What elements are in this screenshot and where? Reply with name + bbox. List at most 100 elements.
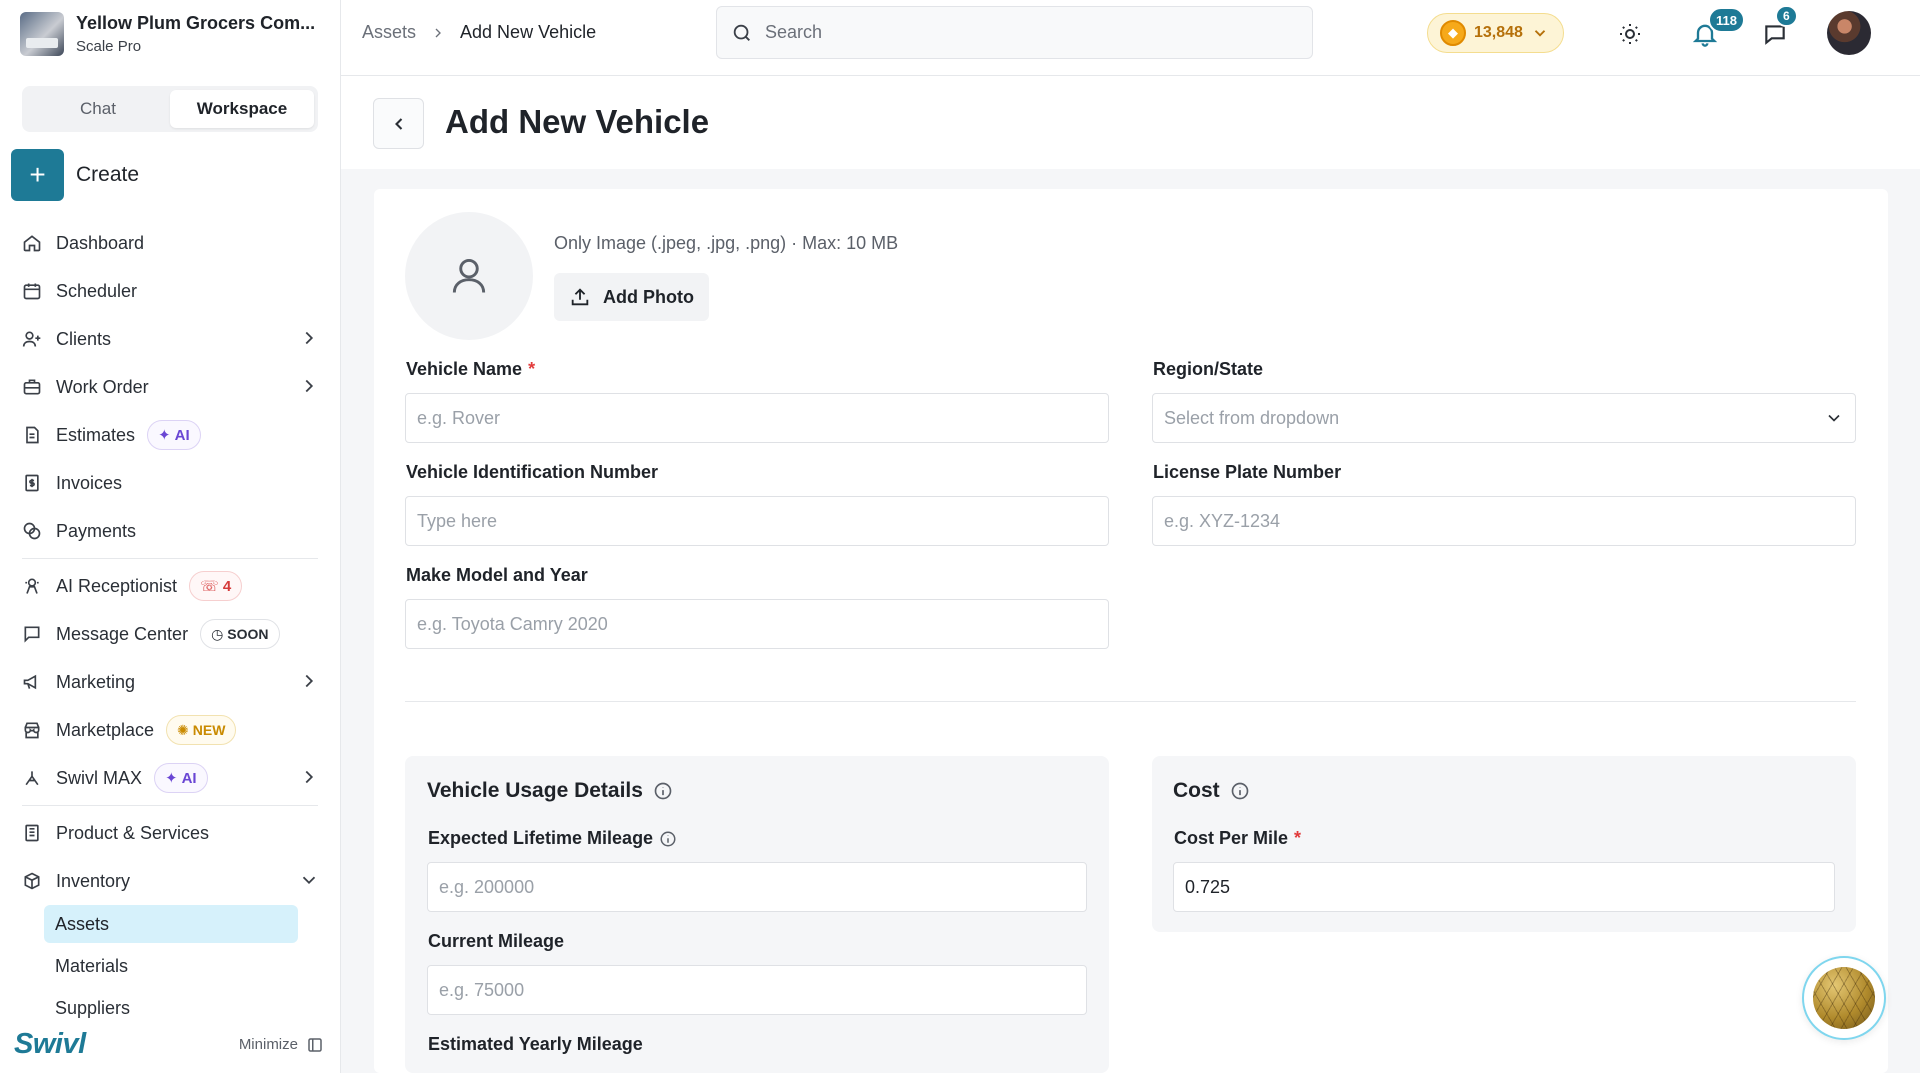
coins-icon xyxy=(20,519,44,543)
usage-panel xyxy=(405,756,1109,1073)
chevron-down-icon xyxy=(1824,408,1844,428)
info-icon[interactable] xyxy=(653,781,673,801)
chevron-right-icon xyxy=(298,766,320,788)
sidebar-item-payments[interactable]: Payments xyxy=(20,513,320,549)
sidebar-item-swivl-max[interactable]: Swivl MAX ✦ AI xyxy=(20,760,320,796)
assistant-fab[interactable] xyxy=(1802,956,1886,1040)
avatar[interactable] xyxy=(1827,11,1871,55)
sidebar-item-work-order[interactable]: Work Order xyxy=(20,369,320,405)
sidebar-item-label: AI Receptionist xyxy=(56,575,178,596)
sidebar-item-marketplace[interactable]: Marketplace ✺ NEW xyxy=(20,712,320,748)
vehicle-photo-placeholder[interactable] xyxy=(405,212,533,340)
sidebar-item-label: Estimates xyxy=(56,424,136,445)
cost-per-mile-input[interactable] xyxy=(1185,876,1823,898)
coins-balance-button[interactable]: ◆ 13,848 xyxy=(1427,13,1564,53)
yearly-mileage-label: Estimated Yearly Mileage xyxy=(428,1034,643,1054)
breadcrumb-current: Add New Vehicle xyxy=(460,22,597,42)
plate-field xyxy=(1152,496,1856,546)
required-marker: * xyxy=(1294,828,1302,848)
cost-per-mile-field xyxy=(1173,862,1835,912)
tab-chat[interactable]: Chat xyxy=(26,90,170,128)
max-icon xyxy=(20,766,44,790)
chevron-left-icon xyxy=(389,114,409,134)
sidebar-divider xyxy=(22,558,318,559)
catalog-icon xyxy=(20,821,44,845)
sidebar-item-inventory[interactable]: Inventory xyxy=(20,863,320,899)
info-icon[interactable] xyxy=(1230,781,1250,801)
vehicle-name-input[interactable] xyxy=(417,407,1097,429)
notifications-count: 118 xyxy=(1708,7,1745,33)
sidebar-subitem-materials[interactable]: Materials xyxy=(44,947,298,985)
sidebar-item-product-services[interactable]: Product & Services xyxy=(20,815,320,851)
sidebar-item-ai-receptionist[interactable]: AI Receptionist ☏ 4 xyxy=(20,568,320,604)
vin-input[interactable] xyxy=(417,510,1097,532)
tab-workspace[interactable]: Workspace xyxy=(170,90,314,128)
new-badge: ✺ NEW xyxy=(166,715,237,745)
chevron-right-icon xyxy=(298,375,320,397)
org-plan: Scale Pro xyxy=(76,38,142,55)
vin-field xyxy=(405,496,1109,546)
search-input[interactable] xyxy=(765,22,1285,43)
info-icon[interactable] xyxy=(659,830,677,848)
required-marker: * xyxy=(528,359,536,379)
create-button[interactable]: + Create xyxy=(11,149,139,201)
user-plus-icon xyxy=(20,327,44,351)
theme-toggle-button[interactable] xyxy=(1614,18,1646,50)
home-icon xyxy=(20,231,44,255)
sidebar-subitem-assets[interactable]: Assets xyxy=(44,905,298,943)
sidebar-item-label: Dashboard xyxy=(56,232,145,253)
coin-icon: ◆ xyxy=(1440,20,1466,46)
add-photo-button[interactable]: Add Photo xyxy=(554,273,709,321)
sidebar-item-clients[interactable]: Clients xyxy=(20,321,320,357)
sidebar-item-label: Swivl MAX xyxy=(56,767,143,788)
sidebar-item-label: Work Order xyxy=(56,376,149,397)
document-icon xyxy=(20,423,44,447)
region-select[interactable]: Select from dropdown xyxy=(1152,393,1856,443)
ai-badge: ✦ AI xyxy=(154,763,208,793)
sidebar-item-dashboard[interactable]: Dashboard xyxy=(20,225,320,261)
clock-icon: ◷ xyxy=(211,625,224,642)
org-switcher[interactable]: Yellow Plum Grocers Com... Scale Pro xyxy=(20,12,315,56)
upload-icon xyxy=(569,286,591,308)
current-mileage-field xyxy=(427,965,1087,1015)
vehicle-name-field xyxy=(405,393,1109,443)
sidebar-item-marketing[interactable]: Marketing xyxy=(20,664,320,700)
sparkle-icon: ✦ xyxy=(165,770,178,787)
cost-title: Cost xyxy=(1173,779,1250,803)
org-logo xyxy=(20,12,64,56)
receptionist-icon xyxy=(20,574,44,598)
current-mileage-label: Current Mileage xyxy=(428,931,565,951)
sidebar-divider xyxy=(22,805,318,806)
sidebar-item-label: Product & Services xyxy=(56,822,210,843)
calendar-icon xyxy=(20,279,44,303)
make-input[interactable] xyxy=(417,613,1097,635)
back-button[interactable] xyxy=(373,98,424,149)
section-divider xyxy=(405,701,1856,702)
sidebar-item-invoices[interactable]: Invoices xyxy=(20,465,320,501)
user-icon xyxy=(447,254,491,298)
sidebar-item-scheduler[interactable]: Scheduler xyxy=(20,273,320,309)
lifetime-input[interactable] xyxy=(439,876,1075,898)
current-mileage-input[interactable] xyxy=(439,979,1075,1001)
sidebar-item-label: Invoices xyxy=(56,472,123,493)
minimize-button[interactable]: Minimize xyxy=(239,1036,324,1054)
sidebar-item-estimates[interactable]: Estimates ✦ AI xyxy=(20,417,320,453)
sparkle-icon: ✺ xyxy=(177,721,189,738)
plate-input[interactable] xyxy=(1164,510,1844,532)
topbar: Assets Add New Vehicle ◆ 13,848 118 6 xyxy=(341,0,1920,76)
vin-label: Vehicle Identification Number xyxy=(406,462,659,482)
messages-count: 6 xyxy=(1775,5,1798,27)
sidebar-item-label: Message Center xyxy=(56,623,189,644)
page-title: Add New Vehicle xyxy=(445,103,710,140)
store-icon xyxy=(20,718,44,742)
sidebar-item-message-center[interactable]: Message Center ◷ SOON xyxy=(20,616,320,652)
region-label: Region/State xyxy=(1153,359,1264,379)
breadcrumb-assets[interactable]: Assets xyxy=(362,22,416,43)
region-select-value: Select from dropdown xyxy=(1164,407,1340,428)
chevron-right-icon xyxy=(298,670,320,692)
sidebar-subitem-suppliers[interactable]: Suppliers xyxy=(44,989,298,1027)
search-icon xyxy=(731,22,753,44)
box-icon xyxy=(20,869,44,893)
sidebar-item-label: Marketing xyxy=(56,671,136,692)
make-field xyxy=(405,599,1109,649)
